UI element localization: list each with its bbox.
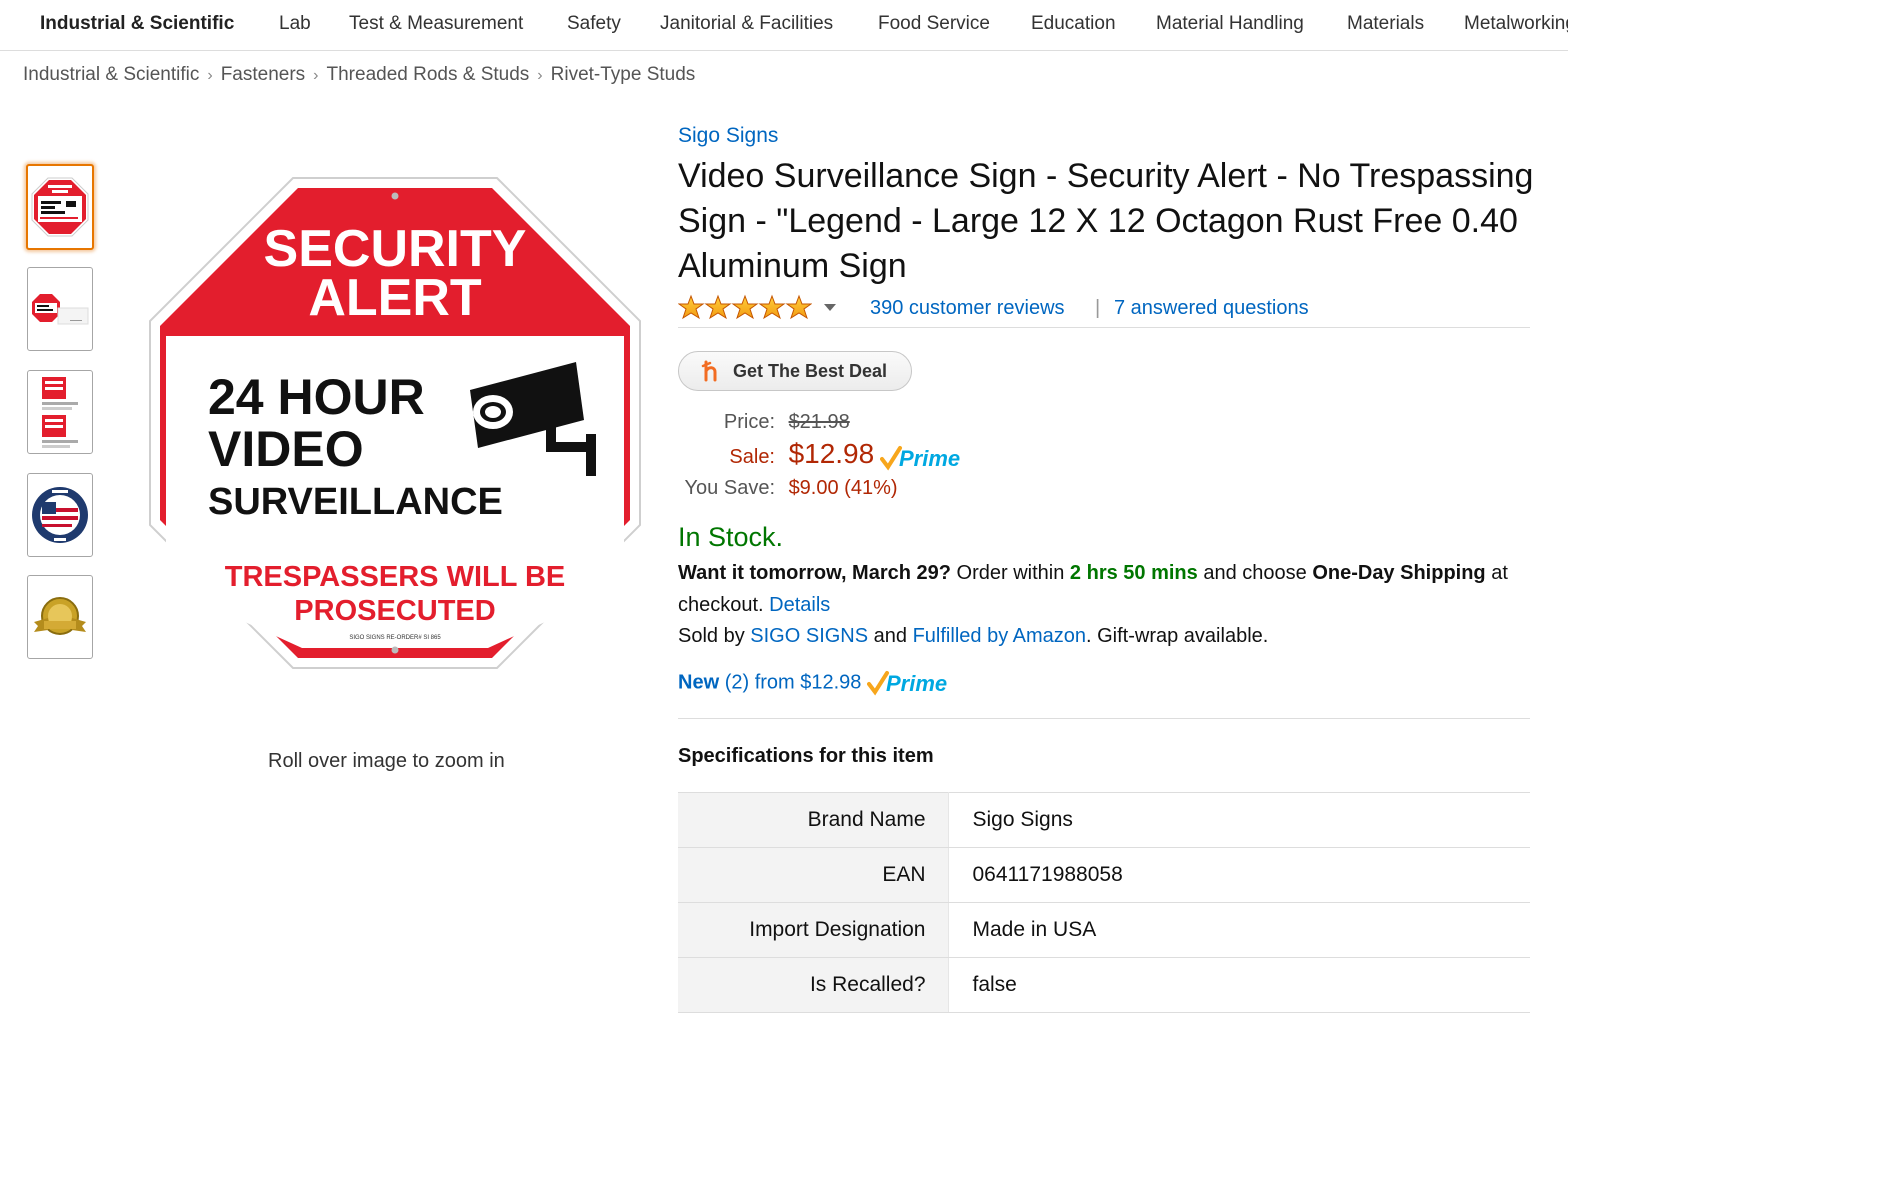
svg-text:Prime: Prime [899, 446, 960, 471]
nav-item-material-handling[interactable]: Material Handling [1156, 13, 1304, 35]
new-offers-link[interactable]: New (2) from $12.98 Prime [678, 670, 955, 696]
table-row: Brand Name Sigo Signs [678, 792, 1530, 848]
prime-badge-icon: Prime [879, 445, 960, 471]
thumbnail-made-in-usa[interactable] [27, 473, 93, 557]
spec-key: Is Recalled? [678, 957, 949, 1013]
spec-value: Made in USA [948, 902, 1530, 958]
nav-item-test-measurement[interactable]: Test & Measurement [349, 13, 523, 35]
customer-reviews-link[interactable]: 390 customer reviews [870, 297, 1065, 320]
star-rating-icon[interactable] [678, 294, 812, 322]
delivery-date: Want it tomorrow, March 29? [678, 562, 951, 584]
one-day-shipping: One-Day Shipping [1312, 562, 1486, 584]
thumbnail-sign-angle[interactable] [27, 267, 93, 351]
sale-label: Sale: [729, 446, 775, 468]
order-within-text: Order within [956, 562, 1065, 584]
sign-prosecuted-text: PROSECUTED [294, 595, 495, 627]
nav-item-metalworking[interactable]: Metalworking [1464, 13, 1568, 35]
sign-fine-print: SIGO SIGNS RE-ORDER# SI 865 [349, 635, 441, 641]
new-label: New [678, 671, 720, 694]
gift-wrap-text: . Gift-wrap available. [1086, 625, 1269, 647]
sign-24-hour-text: 24 HOUR [208, 369, 425, 425]
prime-badge-icon: Prime [867, 671, 947, 696]
stock-status: In Stock. [678, 522, 784, 552]
table-row: EAN 0641171988058 [678, 847, 1530, 903]
spec-value: false [948, 957, 1530, 1013]
save-label: You Save: [684, 477, 775, 499]
nav-item-education[interactable]: Education [1031, 13, 1116, 35]
list-price-row: Price: $21.98 [678, 411, 850, 434]
answered-questions-link[interactable]: 7 answered questions [1114, 297, 1309, 320]
sign-alert-text: ALERT [308, 269, 482, 327]
thumbnail-sign-front[interactable] [26, 164, 94, 250]
nav-item-safety[interactable]: Safety [567, 13, 621, 35]
sale-price: $12.98 [788, 438, 875, 469]
breadcrumb-item[interactable]: Threaded Rods & Studs [327, 64, 530, 85]
breadcrumb-item[interactable]: Industrial & Scientific [23, 64, 199, 85]
rating-row: 390 customer reviews | 7 answered questi… [678, 294, 1530, 328]
save-value: $9.00 (41%) [788, 477, 898, 499]
chevron-down-icon[interactable] [824, 304, 836, 312]
nav-item-food-service[interactable]: Food Service [878, 13, 990, 35]
brand-link[interactable]: Sigo Signs [678, 124, 778, 148]
spec-key: Import Designation [678, 902, 949, 958]
thumbnail-guarantee-badge[interactable] [27, 575, 93, 659]
breadcrumb-item[interactable]: Rivet-Type Studs [551, 64, 696, 85]
price-label: Price: [723, 411, 775, 433]
list-price: $21.98 [788, 411, 850, 433]
honey-logo-icon [701, 360, 717, 382]
table-row: Import Designation Made in USA [678, 902, 1530, 958]
and-text: and [873, 625, 908, 647]
best-deal-button[interactable]: Get The Best Deal [678, 351, 912, 391]
zoom-hint: Roll over image to zoom in [268, 750, 505, 772]
nav-item-lab[interactable]: Lab [279, 13, 311, 35]
and-choose-text: and choose [1203, 562, 1307, 584]
table-row: Is Recalled? false [678, 957, 1530, 1013]
breadcrumb-item[interactable]: Fasteners [221, 64, 305, 85]
sale-price-row: Sale: $12.98 Prime [678, 438, 968, 471]
breadcrumb-separator-icon: › [313, 67, 319, 84]
specifications-heading: Specifications for this item [678, 745, 934, 767]
product-title: Video Surveillance Sign - Security Alert… [678, 157, 1534, 285]
spec-value: Sigo Signs [948, 792, 1530, 848]
spec-key: Brand Name [678, 792, 949, 848]
specifications-table: Brand Name Sigo Signs EAN 0641171988058 … [678, 792, 1530, 1013]
nav-item-janitorial[interactable]: Janitorial & Facilities [660, 13, 833, 35]
countdown-time: 2 hrs 50 mins [1069, 562, 1198, 584]
breadcrumb-separator-icon: › [537, 67, 543, 84]
breadcrumb-separator-icon: › [207, 67, 213, 84]
separator: | [1095, 297, 1101, 319]
nav-store-name[interactable]: Industrial & Scientific [40, 13, 234, 35]
breadcrumb: Industrial & Scientific › Fasteners › Thread… [23, 64, 695, 86]
thumbnail-sign-detail[interactable] [27, 370, 93, 454]
offer-price: from $12.98 [754, 671, 862, 694]
delivery-message: Want it tomorrow, March 29? Order within… [678, 558, 1538, 653]
sign-video-text: VIDEO [208, 421, 364, 477]
savings-row: You Save: $9.00 (41%) [678, 477, 898, 500]
best-deal-label: Get The Best Deal [733, 361, 888, 381]
spec-value: 0641171988058 [948, 847, 1530, 903]
main-product-image[interactable]: SECURITY ALERT 24 HOUR VIDEO SURVEILLANC… [148, 176, 642, 670]
details-link[interactable]: Details [769, 594, 830, 616]
category-nav-bar: Industrial & Scientific Lab Test & Measu… [0, 0, 1568, 51]
nav-item-materials[interactable]: Materials [1347, 13, 1424, 35]
seller-link[interactable]: SIGO SIGNS [750, 625, 868, 647]
fulfilled-by-amazon-link[interactable]: Fulfilled by Amazon [913, 625, 1086, 647]
divider [678, 718, 1530, 719]
sold-by-text: Sold by [678, 625, 745, 647]
spec-key: EAN [678, 847, 949, 903]
offer-count: (2) [724, 671, 750, 694]
sign-trespassers-text: TRESPASSERS WILL BE [225, 561, 566, 593]
svg-text:Prime: Prime [886, 671, 947, 696]
sign-surveillance-text: SURVEILLANCE [208, 481, 503, 523]
